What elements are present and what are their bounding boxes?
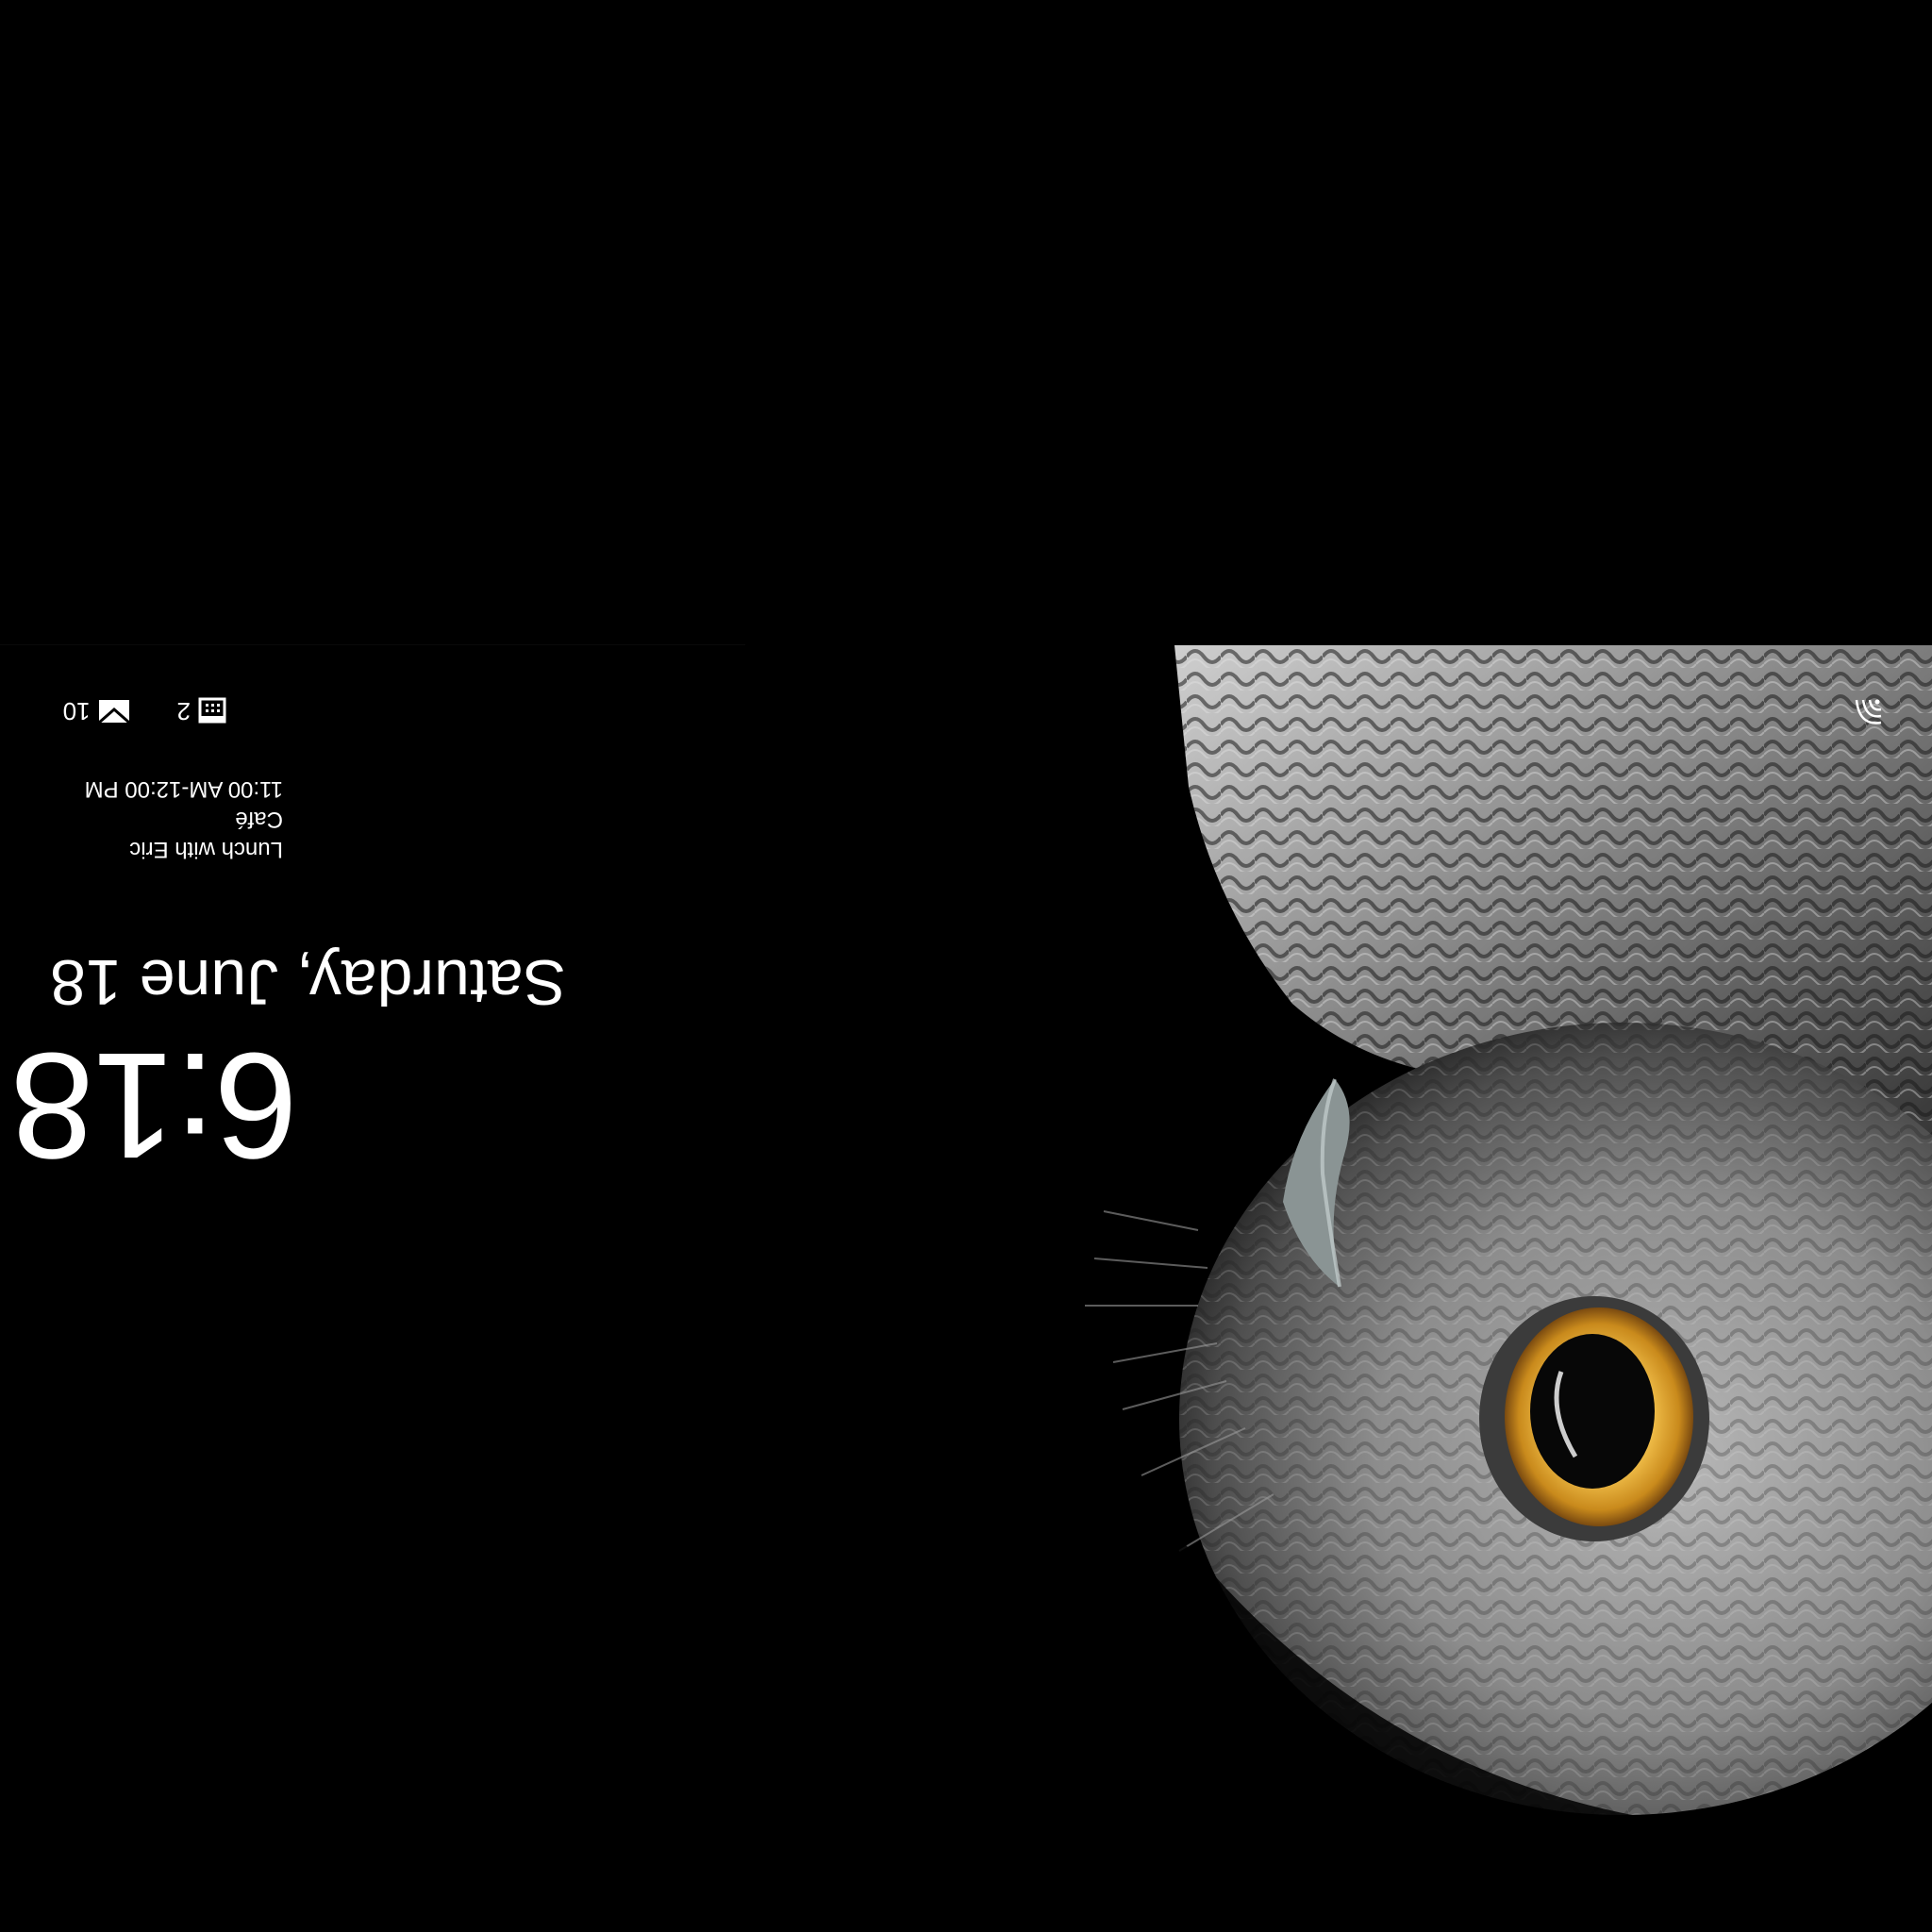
calendar-count: 2	[176, 697, 191, 725]
mail-count: 10	[62, 697, 91, 725]
event-title: Lunch with Eric	[129, 837, 283, 862]
mail-icon	[97, 700, 130, 724]
owl-photo	[1085, 645, 1932, 1932]
calendar-event[interactable]: Lunch with Eric Café 11:00 AM-12:00 PM	[47, 774, 283, 864]
screen: 6:18 Saturday, June 18 Lunch with Eric C…	[0, 0, 1932, 1932]
notification-badges: 2 10	[47, 694, 226, 728]
event-time-range: 11:00 AM-12:00 PM	[84, 776, 283, 802]
lock-screen[interactable]: 6:18 Saturday, June 18 Lunch with Eric C…	[0, 645, 1932, 1932]
wifi-icon	[1855, 699, 1882, 724]
top-black-band	[0, 0, 1932, 645]
calendar-icon	[198, 697, 226, 724]
event-location: Café	[235, 807, 283, 832]
mail-badge: 10	[62, 697, 130, 725]
date-label: Saturday, June 18	[50, 946, 566, 1018]
calendar-badge: 2	[177, 697, 226, 725]
clock-time: 6:18	[11, 1022, 298, 1191]
